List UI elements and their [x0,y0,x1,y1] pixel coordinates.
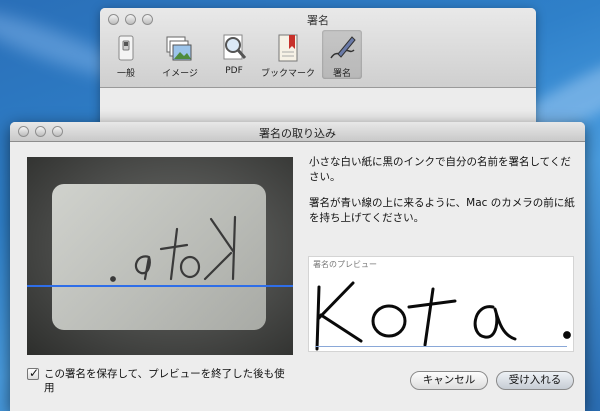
signature-pen-icon [326,32,358,64]
save-signature-label: この署名を保存して、プレビューを終了した後も使用 [44,368,285,394]
toolbar-label: PDF [225,66,243,76]
prefs-titlebar: 署名 一般 イメージ PDF ブックマーク 署名 [100,8,536,88]
instruction-2: 署名が青い線の上に来るように、Mac のカメラの前に紙を持ち上げてください。 [309,197,575,224]
prefs-window-title: 署名 [307,14,329,27]
toolbar-label: 署名 [332,69,351,79]
signature-baseline [315,346,567,347]
dialog-title: 署名の取り込み [259,127,336,140]
instructions-text: 小さな白い紙に黒のインクで自分の名前を署名してください。 署名が青い線の上に来る… [309,155,577,226]
toolbar-label: ブックマーク [260,69,315,79]
instruction-1: 小さな白い紙に黒のインクで自分の名前を署名してください。 [309,156,571,183]
save-signature-checkbox-row[interactable]: この署名を保存して、プレビューを終了した後も使用 [27,366,292,395]
signature-preview-image [315,281,571,351]
mirrored-signature-image [110,215,237,282]
toolbar-label: イメージ [162,69,198,79]
signature-preview: 署名のプレビュー [308,256,574,352]
toolbar-item-pdf[interactable]: PDF [214,30,254,79]
toolbar-label: 一般 [116,69,135,79]
signature-capture-dialog: 署名の取り込み 小さな白い紙に黒のインクで自分の名前を署名してください。 署名が… [10,122,585,411]
accept-button[interactable]: 受け入れる [496,371,574,390]
dialog-titlebar: 署名の取り込み [10,122,585,142]
toolbar-item-image[interactable]: イメージ [150,30,210,79]
bookmark-icon [272,32,304,64]
camera-guide-line [27,285,293,287]
cancel-button[interactable]: キャンセル [410,371,488,390]
toolbar-item-bookmark[interactable]: ブックマーク [258,30,318,79]
image-icon [164,32,196,64]
prefs-toolbar: 一般 イメージ PDF ブックマーク 署名 [106,30,362,79]
save-signature-checkbox[interactable] [27,366,39,380]
signature-preferences-window: 署名 一般 イメージ PDF ブックマーク 署名 [100,8,536,133]
general-switch-icon [110,32,142,64]
camera-feed [27,157,293,355]
toolbar-item-signature[interactable]: 署名 [322,30,362,79]
toolbar-item-general[interactable]: 一般 [106,30,146,79]
pdf-magnifier-icon [218,32,250,64]
